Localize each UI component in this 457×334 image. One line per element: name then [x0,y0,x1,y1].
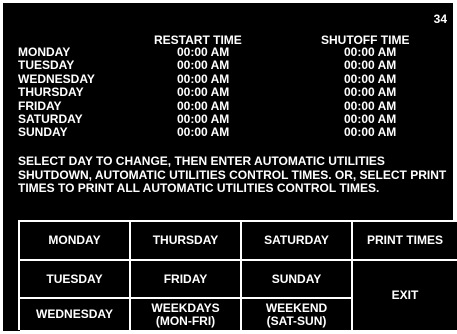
schedule-row-saturday: SATURDAY 00:00 AM 00:00 AM [18,111,438,126]
shutoff-time-value: 00:00 AM [344,98,397,113]
thursday-button[interactable]: THURSDAY [131,222,242,261]
wednesday-button[interactable]: WEDNESDAY [20,299,131,332]
day-label: MONDAY [18,45,71,59]
weekend-button[interactable]: WEEKEND (SAT-SUN) [242,299,353,332]
shutoff-time-value: 00:00 AM [344,85,397,100]
page-number: 34 [433,12,447,26]
restart-time-value: 00:00 AM [177,58,230,73]
button-label: SUNDAY [271,271,322,286]
saturday-button[interactable]: SATURDAY [242,222,353,261]
button-label: TUESDAY [46,271,103,286]
restart-time-value: 00:00 AM [177,45,230,59]
button-label: PRINT TIMES [366,233,443,247]
utilities-schedule-screen: 34 RESTART TIME SHUTOFF TIME MONDAY 00:0… [0,0,457,334]
button-label-line1: WEEKEND [265,300,328,315]
restart-time-value: 00:00 AM [177,111,230,126]
instructions-text: SELECT DAY TO CHANGE, THEN ENTER AUTOMAT… [18,154,447,196]
shutoff-time-value: 00:00 AM [344,45,397,59]
day-label: SUNDAY [18,125,68,140]
day-label: THURSDAY [18,85,84,100]
exit-button[interactable]: EXIT [353,261,457,332]
button-label: THURSDAY [152,233,219,247]
friday-button[interactable]: FRIDAY [131,261,242,299]
schedule-row-tuesday: TUESDAY 00:00 AM 00:00 AM [18,58,438,73]
schedule-row-monday: MONDAY 00:00 AM 00:00 AM [18,45,438,59]
restart-time-value: 00:00 AM [177,85,230,100]
restart-time-value: 00:00 AM [177,71,230,86]
monday-button[interactable]: MONDAY [20,222,131,261]
button-label: SATURDAY [264,233,329,247]
restart-time-value: 00:00 AM [177,125,230,140]
schedule-table: MONDAY 00:00 AM 00:00 AM TUESDAY 00:00 A… [18,45,438,140]
button-label: FRIDAY [163,271,208,286]
button-label: MONDAY [48,233,101,247]
button-label: EXIT [391,288,419,302]
button-label-line1: WEEKDAYS [151,300,220,315]
schedule-row-friday: FRIDAY 00:00 AM 00:00 AM [18,98,438,113]
button-label: WEEKDAYS (MON-FRI) [151,300,220,328]
day-label: FRIDAY [18,98,62,113]
button-label-line2: (SAT-SUN) [266,313,327,328]
shutoff-time-value: 00:00 AM [344,58,397,73]
restart-time-value: 00:00 AM [177,98,230,113]
sunday-button[interactable]: SUNDAY [242,261,353,299]
schedule-row-sunday: SUNDAY 00:00 AM 00:00 AM [18,125,438,140]
shutoff-time-value: 00:00 AM [344,71,397,86]
weekdays-button[interactable]: WEEKDAYS (MON-FRI) [131,299,242,332]
day-label: WEDNESDAY [18,71,95,86]
button-label: WEEKEND (SAT-SUN) [265,300,328,328]
schedule-row-thursday: THURSDAY 00:00 AM 00:00 AM [18,85,438,100]
tuesday-button[interactable]: TUESDAY [20,261,131,299]
shutoff-time-value: 00:00 AM [344,125,397,140]
day-label: SATURDAY [18,111,83,126]
print-times-button[interactable]: PRINT TIMES [353,222,457,261]
day-label: TUESDAY [18,58,75,73]
button-label: WEDNESDAY [36,307,113,321]
button-label-line2: (MON-FRI) [155,313,216,328]
shutoff-time-value: 00:00 AM [344,111,397,126]
schedule-row-wednesday: WEDNESDAY 00:00 AM 00:00 AM [18,71,438,86]
day-selection-buttons: MONDAY THURSDAY SATURDAY PRINT TIMES TUE… [18,220,457,332]
